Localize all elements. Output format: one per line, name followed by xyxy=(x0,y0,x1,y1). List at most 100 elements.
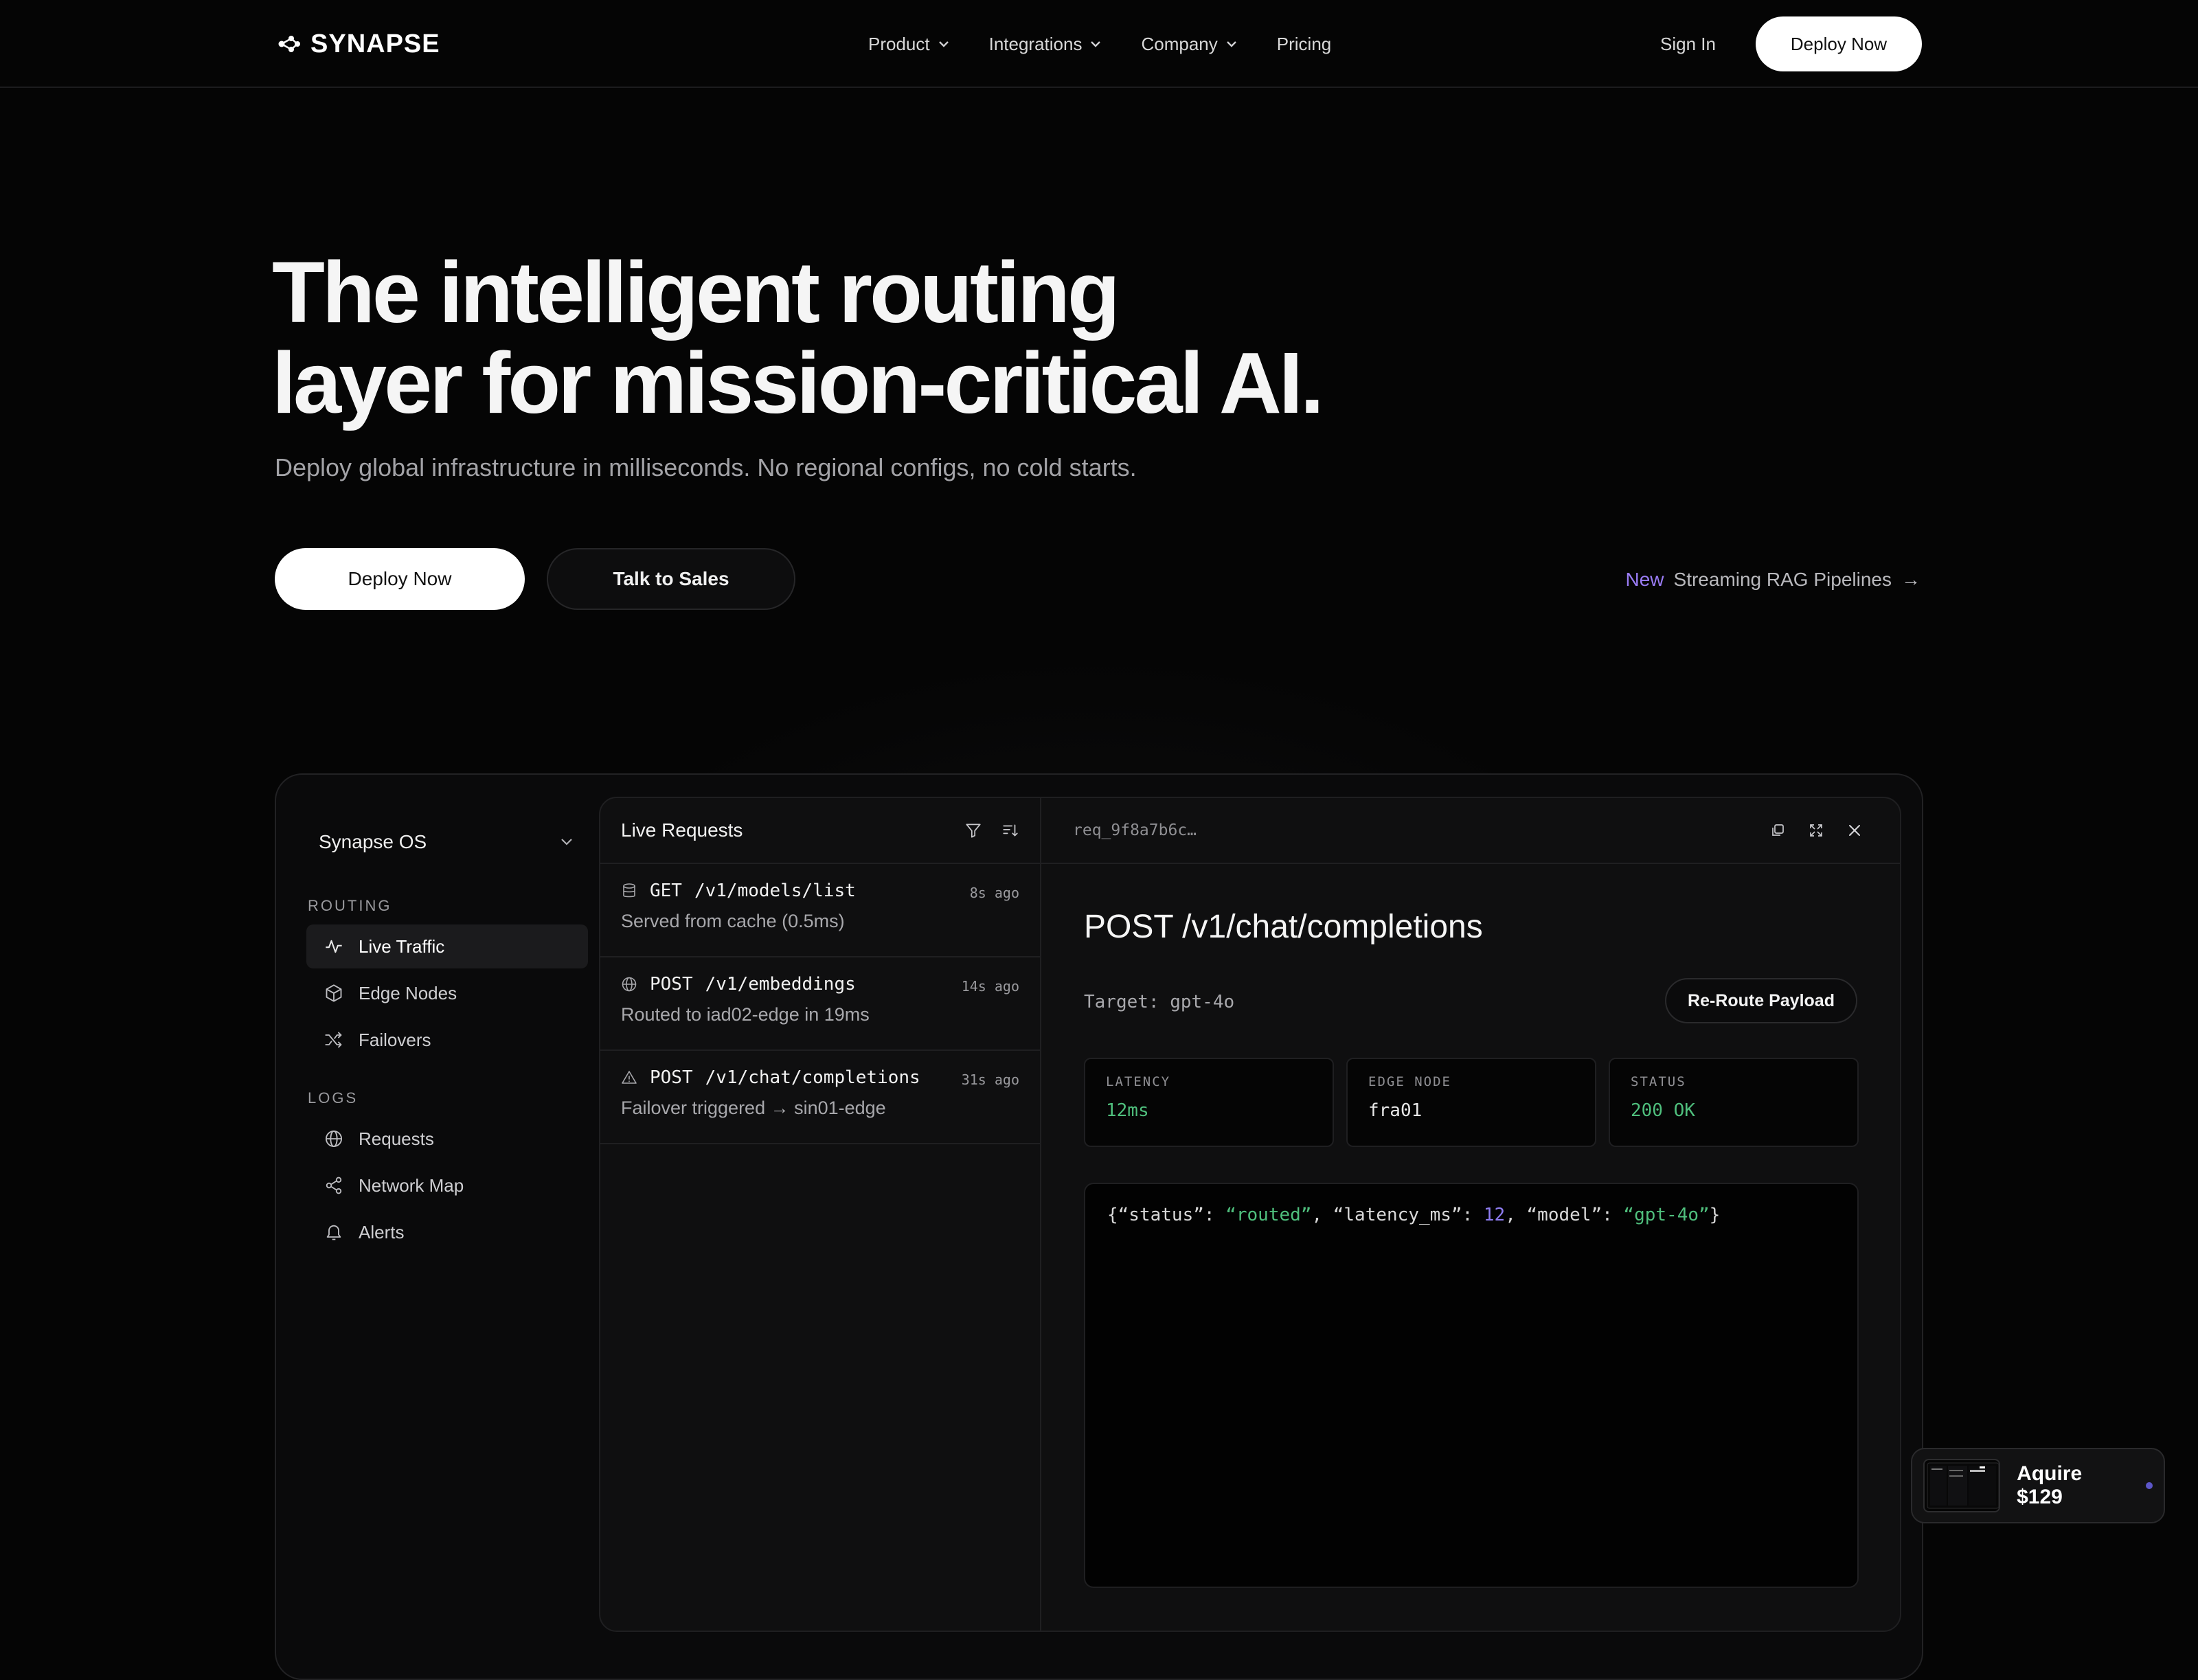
new-badge: New xyxy=(1625,569,1664,590)
brand-logo[interactable]: SYNAPSE xyxy=(277,26,440,62)
chevron-down-icon xyxy=(1226,41,1237,47)
synapse-logo-icon xyxy=(277,35,301,53)
sidebar-item-network-map[interactable]: Network Map xyxy=(306,1163,588,1207)
close-icon[interactable] xyxy=(1846,822,1863,839)
hero-title-line-2: layer for mission-critical AI. xyxy=(272,334,1324,431)
metric-value: 12ms xyxy=(1106,1100,1149,1121)
request-list: Live Requests GET /v1/models/list 8s ago… xyxy=(600,798,1041,1631)
request-path: /v1/chat/completions xyxy=(705,1067,920,1088)
detail-title: POST /v1/chat/completions xyxy=(1084,909,1483,945)
top-navigation: SYNAPSE Product Integrations Company Pri… xyxy=(0,0,2198,88)
database-icon xyxy=(621,883,637,899)
request-time: 8s ago xyxy=(969,885,1019,901)
request-detail: Served from cache (0.5ms) xyxy=(621,911,845,931)
section-label-routing: ROUTING xyxy=(308,897,392,914)
request-detail-pane: req_9f8a7b6c… POST /v1/chat/completions … xyxy=(1040,798,1900,1631)
nav-product[interactable]: Product xyxy=(868,34,949,55)
filter-icon[interactable] xyxy=(964,821,982,839)
code-key: “status” xyxy=(1118,1205,1204,1225)
nav-company[interactable]: Company xyxy=(1141,34,1236,55)
cube-icon xyxy=(324,984,343,1003)
request-method: POST xyxy=(650,1067,693,1088)
request-list-title: Live Requests xyxy=(621,819,743,841)
request-path: /v1/embeddings xyxy=(705,974,856,995)
workspace-selector[interactable]: Synapse OS xyxy=(306,815,588,870)
sidebar-item-label: Network Map xyxy=(359,1174,464,1196)
nav-integrations[interactable]: Integrations xyxy=(989,34,1102,55)
metric-label: STATUS xyxy=(1631,1074,1686,1089)
sidebar-item-label: Alerts xyxy=(359,1221,405,1242)
brand-name: SYNAPSE xyxy=(310,29,440,58)
code-brace: } xyxy=(1709,1205,1721,1225)
share-icon xyxy=(324,1176,343,1195)
metric-value: fra01 xyxy=(1368,1100,1423,1121)
request-path: /v1/models/list xyxy=(694,881,856,901)
sort-icon[interactable] xyxy=(1001,821,1019,839)
request-method: GET xyxy=(650,881,682,901)
chevron-down-icon xyxy=(560,838,573,846)
arrow-right-icon: → xyxy=(1901,569,1921,590)
detail-header: req_9f8a7b6c… xyxy=(1040,798,1900,864)
code-number: 12 xyxy=(1483,1205,1506,1225)
hero-title-line-1: The intelligent routing xyxy=(272,244,1120,341)
metric-label: EDGE NODE xyxy=(1368,1074,1451,1089)
metrics-row: LATENCY 12ms EDGE NODE fra01 STATUS 200 … xyxy=(1084,1058,1859,1147)
request-row[interactable]: GET /v1/models/list 8s ago Served from c… xyxy=(600,864,1040,957)
request-row[interactable]: POST /v1/chat/completions 31s ago Failov… xyxy=(600,1051,1040,1144)
sidebar-item-edge-nodes[interactable]: Edge Nodes xyxy=(306,971,588,1015)
nav-pricing-label: Pricing xyxy=(1276,33,1332,54)
talk-to-sales-button[interactable]: Talk to Sales xyxy=(547,548,795,610)
request-list-header: Live Requests xyxy=(600,798,1040,864)
metric-value: 200 OK xyxy=(1631,1100,1695,1121)
workspace-name: Synapse OS xyxy=(319,831,427,852)
json-response-viewer[interactable]: {“status”: “routed”, “latency_ms”: 12, “… xyxy=(1084,1183,1859,1588)
hero-subtitle: Deploy global infrastructure in millisec… xyxy=(275,453,1137,481)
request-time: 31s ago xyxy=(961,1071,1019,1088)
announcement-link[interactable]: New Streaming RAG Pipelines → xyxy=(1626,569,1921,591)
bell-icon xyxy=(324,1223,343,1242)
hero-deploy-button[interactable]: Deploy Now xyxy=(275,548,525,610)
sidebar-item-label: Live Traffic xyxy=(359,935,445,957)
metric-status: STATUS 200 OK xyxy=(1609,1058,1859,1147)
sign-in-link[interactable]: Sign In xyxy=(1660,34,1716,55)
sidebar-item-live-traffic[interactable]: Live Traffic xyxy=(306,924,588,968)
purchase-label: Aquire $129 xyxy=(2017,1462,2083,1508)
sidebar-item-requests[interactable]: Requests xyxy=(306,1117,588,1161)
target-model: Target: gpt-4o xyxy=(1084,992,1235,1012)
code-key: “model” xyxy=(1526,1205,1602,1225)
sidebar-item-label: Failovers xyxy=(359,1029,431,1050)
request-detail: Routed to iad02-edge in 19ms xyxy=(621,1004,870,1025)
requests-panel: Live Requests GET /v1/models/list 8s ago… xyxy=(599,797,1901,1632)
request-time: 14s ago xyxy=(961,978,1019,995)
nav-product-label: Product xyxy=(868,33,930,54)
request-id[interactable]: req_9f8a7b6c… xyxy=(1073,821,1197,839)
nav-pricing[interactable]: Pricing xyxy=(1277,34,1331,55)
copy-icon[interactable] xyxy=(1769,822,1786,839)
sidebar-item-alerts[interactable]: Alerts xyxy=(306,1210,588,1254)
metric-latency: LATENCY 12ms xyxy=(1084,1058,1334,1147)
nav-company-label: Company xyxy=(1141,33,1218,54)
activity-icon xyxy=(324,937,343,956)
section-label-logs: LOGS xyxy=(308,1089,359,1106)
expand-icon[interactable] xyxy=(1808,822,1824,839)
sidebar-item-label: Edge Nodes xyxy=(359,982,457,1003)
request-row[interactable]: POST /v1/embeddings 14s ago Routed to ia… xyxy=(600,957,1040,1051)
nav-integrations-label: Integrations xyxy=(988,33,1083,54)
nav-deploy-button[interactable]: Deploy Now xyxy=(1756,16,1922,71)
code-key: “latency_ms” xyxy=(1333,1205,1462,1225)
request-method: POST xyxy=(650,974,693,995)
hero-title: The intelligent routing layer for missio… xyxy=(272,247,1440,429)
shuffle-icon xyxy=(324,1030,343,1049)
code-string: “routed” xyxy=(1225,1205,1312,1225)
reroute-payload-button[interactable]: Re-Route Payload xyxy=(1665,978,1857,1023)
purchase-widget[interactable]: Aquire $129 xyxy=(1911,1448,2165,1523)
announcement-text: Streaming RAG Pipelines xyxy=(1673,569,1892,590)
sidebar-item-failovers[interactable]: Failovers xyxy=(306,1018,588,1062)
request-detail: Failover triggered → sin01-edge xyxy=(621,1098,886,1118)
metric-edge-node: EDGE NODE fra01 xyxy=(1346,1058,1596,1147)
code-string: “gpt-4o” xyxy=(1623,1205,1710,1225)
chevron-down-icon xyxy=(938,41,949,47)
globe-icon xyxy=(324,1129,343,1148)
metric-label: LATENCY xyxy=(1106,1074,1171,1089)
nav-actions: Sign In Deploy Now xyxy=(1660,16,1922,71)
